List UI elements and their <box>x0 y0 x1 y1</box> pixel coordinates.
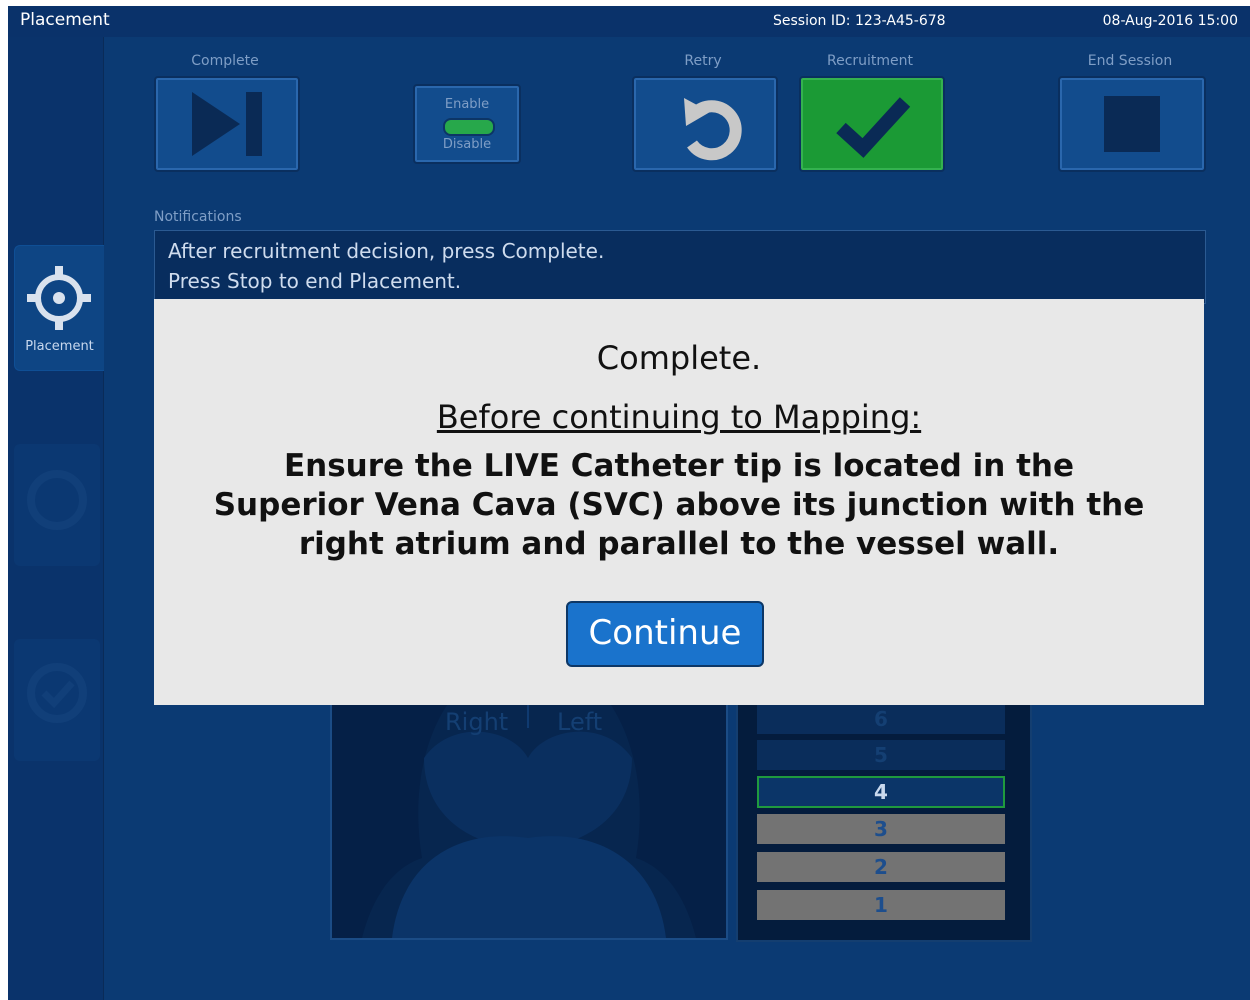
retry-label: Retry <box>684 53 722 69</box>
notifications-label: Notifications <box>154 209 242 225</box>
review-icon <box>27 663 87 723</box>
recruitment-label: Recruitment <box>826 53 914 69</box>
date-time: 08-Aug-2016 15:00 <box>1102 13 1238 29</box>
level-bar-5[interactable]: 5 <box>757 740 1005 770</box>
continue-button[interactable]: Continue <box>566 601 764 667</box>
enable-disable-toggle[interactable]: Enable Disable <box>413 84 521 164</box>
dialog-subtitle: Before continuing to Mapping: <box>436 398 922 436</box>
lungs-image <box>332 698 726 938</box>
notification-line: Press Stop to end Placement. <box>168 269 462 293</box>
level-bar-6[interactable]: 6 <box>757 704 1005 734</box>
complete-label: Complete <box>191 53 259 69</box>
level-bar-4-selected[interactable]: 4 <box>757 776 1005 808</box>
lung-right-label: Right <box>445 708 509 736</box>
level-bar-3[interactable]: 3 <box>757 814 1005 844</box>
nav-placement-tab[interactable]: Placement <box>14 245 104 371</box>
disable-label: Disable <box>442 137 492 152</box>
nav-review-tab <box>14 639 100 761</box>
nav-placement-label: Placement <box>25 339 94 354</box>
retry-icon <box>684 98 742 161</box>
level-panel: 6 5 4 3 2 1 <box>736 696 1032 942</box>
stop-icon <box>1104 96 1160 152</box>
level-bar-2[interactable]: 2 <box>757 852 1005 882</box>
top-bar: Placement Session ID: 123-A45-678 08-Aug… <box>8 6 1250 37</box>
app-window: Placement Session ID: 123-A45-678 08-Aug… <box>8 6 1250 1000</box>
toggle-indicator <box>443 118 495 136</box>
mapping-icon <box>27 470 87 530</box>
screen-title: Placement <box>20 10 110 30</box>
retry-button[interactable] <box>632 76 778 172</box>
nav-mapping-tab <box>14 444 100 566</box>
left-sidebar: Placement <box>8 37 104 1000</box>
complete-dialog: Complete. Before continuing to Mapping: … <box>154 299 1204 705</box>
enable-label: Enable <box>444 97 490 112</box>
session-id: Session ID: 123-A45-678 <box>773 13 946 29</box>
end-session-label: End Session <box>1087 53 1173 69</box>
dialog-title: Complete. <box>596 339 762 377</box>
check-icon <box>836 97 911 158</box>
notifications-panel: After recruitment decision, press Comple… <box>154 230 1206 304</box>
recruitment-button[interactable] <box>799 76 945 172</box>
notification-line: After recruitment decision, press Comple… <box>168 239 605 263</box>
lung-diagram: Right Left <box>330 696 728 940</box>
skip-next-icon <box>192 92 262 156</box>
dialog-subtitle-wrap: Before continuing to Mapping: <box>154 398 1204 436</box>
complete-button[interactable] <box>154 76 300 172</box>
end-session-button[interactable] <box>1058 76 1206 172</box>
dialog-message: Ensure the LIVE Catheter tip is located … <box>213 448 1145 562</box>
lung-left-label: Left <box>557 708 603 736</box>
level-bar-1[interactable]: 1 <box>757 890 1005 920</box>
target-icon <box>27 266 91 330</box>
